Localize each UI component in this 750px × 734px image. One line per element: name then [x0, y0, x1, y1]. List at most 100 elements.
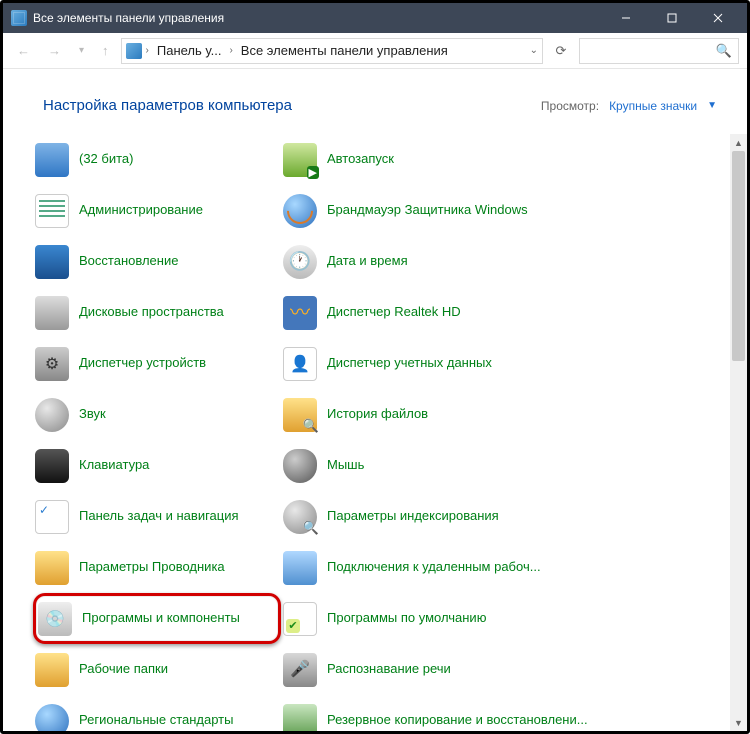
item-file-history-icon — [283, 398, 317, 432]
page-title: Настройка параметров компьютера — [43, 97, 292, 114]
refresh-button[interactable]: ⟳ — [549, 43, 573, 59]
item-explorer-options[interactable]: Параметры Проводника — [33, 542, 281, 593]
item-label: Подключения к удаленным рабоч... — [327, 559, 541, 575]
item-sound[interactable]: Звук — [33, 389, 281, 440]
item-mouse-icon — [283, 449, 317, 483]
item-region-icon — [35, 704, 69, 732]
view-selector[interactable]: Просмотр: Крупные значки ▼ — [541, 99, 717, 113]
item-indexing[interactable]: Параметры индексирования — [281, 491, 611, 542]
item-label: Диспетчер устройств — [79, 355, 206, 371]
item-label: Автозапуск — [327, 151, 394, 167]
item-label: Восстановление — [79, 253, 178, 269]
item-label: Региональные стандарты — [79, 712, 233, 728]
back-button[interactable]: ← — [11, 39, 36, 62]
item-label: История файлов — [327, 406, 428, 422]
content-area: (32 бита) Автозапуск Администрирование Бран… — [3, 134, 747, 731]
control-panel-icon — [11, 10, 27, 26]
item-remote-desktop[interactable]: Подключения к удаленным рабоч... — [281, 542, 611, 593]
item-work-folders-icon — [35, 653, 69, 687]
item-32bit[interactable]: (32 бита) — [33, 134, 281, 185]
item-label: Распознавание речи — [327, 661, 451, 677]
items-grid: (32 бита) Автозапуск Администрирование Бран… — [33, 134, 730, 731]
item-backup-restore[interactable]: Резервное копирование и восстановлени... — [281, 695, 611, 731]
item-indexing-icon — [283, 500, 317, 534]
item-programs-features[interactable]: Программы и компоненты — [33, 593, 281, 644]
item-recovery[interactable]: Восстановление — [33, 236, 281, 287]
item-default-programs[interactable]: Программы по умолчанию — [281, 593, 611, 644]
minimize-button[interactable] — [603, 3, 649, 33]
item-realtek[interactable]: Диспетчер Realtek HD — [281, 287, 611, 338]
item-storage-spaces[interactable]: Дисковые пространства — [33, 287, 281, 338]
item-label: Рабочие папки — [79, 661, 168, 677]
chevron-down-icon[interactable]: ⌄ — [530, 45, 538, 56]
item-default-programs-icon — [283, 602, 317, 636]
item-administration[interactable]: Администрирование — [33, 185, 281, 236]
item-firewall[interactable]: Брандмауэр Защитника Windows — [281, 185, 611, 236]
item-label: Мышь — [327, 457, 364, 473]
scroll-thumb[interactable] — [732, 151, 745, 361]
item-realtek-icon — [283, 296, 317, 330]
item-date-time[interactable]: Дата и время — [281, 236, 611, 287]
item-label: Программы и компоненты — [82, 610, 240, 626]
item-explorer-options-icon — [35, 551, 69, 585]
address-bar[interactable]: › Панель у... › Все элементы панели упра… — [121, 38, 543, 64]
item-taskbar[interactable]: Панель задач и навигация — [33, 491, 281, 542]
item-credential-manager[interactable]: Диспетчер учетных данных — [281, 338, 611, 389]
item-file-history[interactable]: История файлов — [281, 389, 611, 440]
nav-arrows: ← → ▾ ↑ — [11, 39, 115, 62]
item-label: Дата и время — [327, 253, 408, 269]
item-autoplay[interactable]: Автозапуск — [281, 134, 611, 185]
item-recovery-icon — [35, 245, 69, 279]
close-button[interactable] — [695, 3, 741, 33]
scroll-up-button[interactable]: ▲ — [730, 134, 747, 151]
item-label: Резервное копирование и восстановлени... — [327, 712, 588, 728]
breadcrumb-current[interactable]: Все элементы панели управления — [237, 41, 452, 60]
breadcrumb-root[interactable]: Панель у... — [153, 41, 226, 60]
item-label: Панель задач и навигация — [79, 508, 239, 524]
item-taskbar-icon — [35, 500, 69, 534]
view-value: Крупные значки — [609, 99, 697, 113]
item-label: Программы по умолчанию — [327, 610, 486, 626]
chevron-right-icon[interactable]: › — [229, 45, 232, 56]
item-label: Диспетчер Realtek HD — [327, 304, 461, 320]
item-label: Дисковые пространства — [79, 304, 224, 320]
item-label: Брандмауэр Защитника Windows — [327, 202, 528, 218]
item-region[interactable]: Региональные стандарты — [33, 695, 281, 731]
item-administration-icon — [35, 194, 69, 228]
item-device-manager-icon — [35, 347, 69, 381]
window-title: Все элементы панели управления — [33, 11, 603, 25]
navigation-toolbar: ← → ▾ ↑ › Панель у... › Все элементы пан… — [3, 33, 747, 69]
item-sound-icon — [35, 398, 69, 432]
item-keyboard[interactable]: Клавиатура — [33, 440, 281, 491]
chevron-right-icon[interactable]: › — [146, 45, 149, 56]
item-mouse[interactable]: Мышь — [281, 440, 611, 491]
item-label: Параметры Проводника — [79, 559, 225, 575]
recent-locations[interactable]: ▾ — [73, 41, 90, 60]
page-header: Настройка параметров компьютера Просмотр… — [3, 69, 747, 134]
title-bar[interactable]: Все элементы панели управления — [3, 3, 747, 33]
scroll-track[interactable] — [730, 151, 747, 714]
forward-button[interactable]: → — [42, 39, 67, 62]
item-speech-icon — [283, 653, 317, 687]
item-work-folders[interactable]: Рабочие папки — [33, 644, 281, 695]
item-32bit-icon — [35, 143, 69, 177]
chevron-down-icon: ▼ — [707, 100, 717, 111]
item-storage-spaces-icon — [35, 296, 69, 330]
item-credential-manager-icon — [283, 347, 317, 381]
item-speech[interactable]: Распознавание речи — [281, 644, 611, 695]
up-button[interactable]: ↑ — [96, 39, 115, 62]
items-panel: (32 бита) Автозапуск Администрирование Бран… — [3, 134, 730, 731]
item-label: Звук — [79, 406, 106, 422]
maximize-button[interactable] — [649, 3, 695, 33]
search-input[interactable]: 🔍 — [579, 38, 739, 64]
item-firewall-icon — [283, 194, 317, 228]
item-label: Диспетчер учетных данных — [327, 355, 492, 371]
item-label: Параметры индексирования — [327, 508, 499, 524]
item-programs-features-icon — [38, 602, 72, 636]
scroll-down-button[interactable]: ▼ — [730, 714, 747, 731]
item-device-manager[interactable]: Диспетчер устройств — [33, 338, 281, 389]
item-keyboard-icon — [35, 449, 69, 483]
search-icon: 🔍 — [716, 43, 732, 59]
item-label: (32 бита) — [79, 151, 133, 167]
vertical-scrollbar[interactable]: ▲ ▼ — [730, 134, 747, 731]
